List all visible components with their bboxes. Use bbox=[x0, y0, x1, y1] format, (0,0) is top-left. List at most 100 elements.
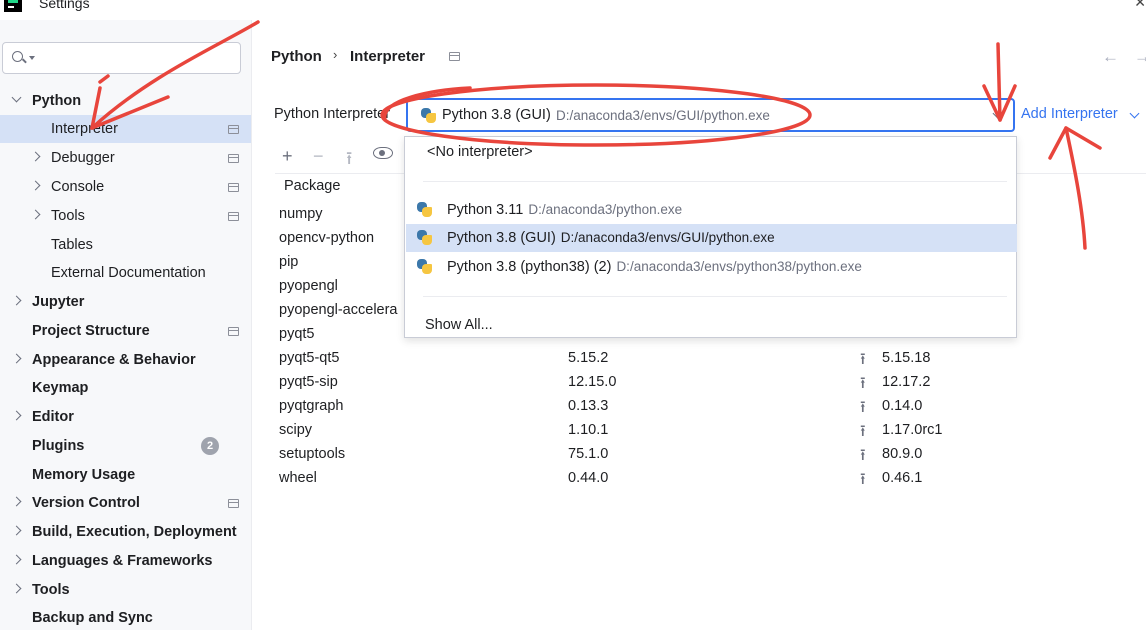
interpreter-option[interactable]: Python 3.11 D:/anaconda3/python.exe bbox=[406, 196, 1017, 224]
project-scope-icon bbox=[228, 154, 239, 163]
package-name: pip bbox=[279, 254, 299, 270]
sidebar-item-label: External Documentation bbox=[51, 265, 206, 281]
chevron-right-icon[interactable] bbox=[13, 585, 21, 593]
python-icon bbox=[416, 201, 434, 219]
sidebar-item[interactable]: Project Structure bbox=[0, 317, 251, 345]
sidebar-item[interactable]: Editor bbox=[0, 403, 251, 431]
table-row[interactable]: scipy 1.10.1 ⭱ 1.17.0rc1 bbox=[276, 419, 1146, 443]
project-scope-icon bbox=[228, 327, 239, 336]
sidebar-item[interactable]: Jupyter bbox=[0, 288, 251, 316]
settings-search-input[interactable] bbox=[2, 42, 241, 74]
chevron-right-icon[interactable] bbox=[13, 355, 21, 363]
sidebar-item[interactable]: Languages & Frameworks bbox=[0, 547, 251, 575]
package-latest-version: 80.9.0 bbox=[882, 446, 923, 462]
chevron-right-icon[interactable] bbox=[13, 527, 21, 535]
no-interpreter-option[interactable]: <No interpreter> bbox=[427, 144, 533, 160]
project-scope-icon bbox=[449, 52, 460, 61]
python-icon bbox=[416, 229, 434, 247]
sidebar-item[interactable]: Debugger bbox=[0, 144, 251, 172]
chevron-right-icon[interactable] bbox=[13, 556, 21, 564]
sidebar-item[interactable]: Tools bbox=[0, 576, 251, 604]
sidebar-item-label: Appearance & Behavior bbox=[32, 352, 196, 368]
install-package-button[interactable]: + bbox=[282, 146, 293, 167]
sidebar-item[interactable]: Plugins 2 bbox=[0, 432, 251, 460]
package-version: 0.44.0 bbox=[568, 470, 609, 486]
sidebar-item[interactable]: External Documentation bbox=[0, 259, 251, 287]
interpreter-option-path: D:/anaconda3/envs/GUI/python.exe bbox=[560, 230, 775, 245]
interpreter-option[interactable]: Python 3.8 (GUI) D:/anaconda3/envs/GUI/py… bbox=[406, 224, 1017, 252]
sidebar-item-label: Interpreter bbox=[51, 121, 118, 137]
chevron-right-icon[interactable] bbox=[32, 182, 40, 190]
package-name: pyopengl-accelera bbox=[279, 302, 398, 318]
table-row[interactable]: setuptools 75.1.0 ⭱ 80.9.0 bbox=[276, 443, 1146, 467]
python-interpreter-dropdown[interactable]: Python 3.8 (GUI) D:/anaconda3/envs/GUI/p… bbox=[406, 98, 1015, 132]
sidebar-item-label: Console bbox=[51, 179, 105, 195]
table-row[interactable]: pyqtgraph 0.13.3 ⭱ 0.14.0 bbox=[276, 395, 1146, 419]
sidebar-item-label: Memory Usage bbox=[32, 467, 136, 483]
interpreter-option[interactable]: Python 3.8 (python38) (2) D:/anaconda3/en… bbox=[406, 253, 1017, 281]
window-close-button[interactable]: ✕ bbox=[1134, 0, 1146, 11]
sidebar-item[interactable]: Python bbox=[0, 87, 251, 115]
package-name: pyqt5 bbox=[279, 326, 315, 342]
sidebar-item-label: Languages & Frameworks bbox=[32, 553, 213, 569]
search-icon bbox=[12, 51, 26, 65]
package-version: 75.1.0 bbox=[568, 446, 609, 462]
package-version: 12.15.0 bbox=[568, 374, 617, 390]
package-name: opencv-python bbox=[279, 230, 375, 246]
uninstall-package-button[interactable]: − bbox=[313, 146, 324, 167]
breadcrumb-python[interactable]: Python bbox=[271, 48, 322, 65]
sidebar-item[interactable]: Build, Execution, Deployment bbox=[0, 518, 251, 546]
window-title: Settings bbox=[39, 0, 90, 11]
package-latest-version: 0.46.1 bbox=[882, 470, 923, 486]
back-arrow-icon[interactable]: ← bbox=[1102, 47, 1119, 67]
show-all-interpreters-option[interactable]: Show All... bbox=[425, 317, 493, 333]
interpreter-dropdown-popup: <No interpreter> Python 3.11 D:/anaconda3… bbox=[404, 136, 1017, 338]
chevron-right-icon[interactable] bbox=[13, 412, 21, 420]
sidebar-item-label: Project Structure bbox=[32, 323, 150, 339]
sidebar-item-label: Tables bbox=[51, 237, 93, 253]
chevron-right-icon[interactable] bbox=[32, 153, 40, 161]
search-options-chevron-icon[interactable] bbox=[29, 56, 35, 60]
add-interpreter-link[interactable]: Add Interpreter bbox=[1021, 106, 1118, 122]
sidebar-item-label: Jupyter bbox=[32, 294, 85, 310]
selected-interpreter-path: D:/anaconda3/envs/GUI/python.exe bbox=[556, 108, 770, 123]
sidebar-item[interactable]: Memory Usage bbox=[0, 461, 251, 489]
sidebar-item[interactable]: Appearance & Behavior bbox=[0, 346, 251, 374]
sidebar-item-label: Keymap bbox=[32, 380, 89, 396]
python-icon bbox=[416, 258, 434, 276]
package-name: pyqtgraph bbox=[279, 398, 344, 414]
sidebar-item[interactable]: Tools bbox=[0, 202, 251, 230]
table-row[interactable]: pyqt5-qt5 5.15.2 ⭱ 5.15.18 bbox=[276, 347, 1146, 371]
column-header-package[interactable]: Package bbox=[284, 178, 340, 194]
sidebar-item[interactable]: Interpreter bbox=[0, 115, 251, 143]
add-interpreter-chevron-icon[interactable] bbox=[1131, 110, 1139, 118]
sidebar-item[interactable]: Backup and Sync bbox=[0, 604, 251, 630]
project-scope-icon bbox=[228, 125, 239, 134]
table-row[interactable]: pyqt5-sip 12.15.0 ⭱ 12.17.2 bbox=[276, 371, 1146, 395]
pycharm-logo-icon bbox=[4, 0, 22, 12]
package-version: 0.13.3 bbox=[568, 398, 609, 414]
sidebar-item[interactable]: Keymap bbox=[0, 374, 251, 402]
show-early-releases-eye-icon[interactable] bbox=[373, 147, 393, 159]
table-row[interactable]: wheel 0.44.0 ⭱ 0.46.1 bbox=[276, 467, 1146, 491]
chevron-right-icon[interactable] bbox=[13, 498, 21, 506]
package-name: pyqt5-qt5 bbox=[279, 350, 340, 366]
sidebar-item-label: Tools bbox=[32, 582, 70, 598]
project-scope-icon bbox=[228, 183, 239, 192]
chevron-down-icon[interactable] bbox=[13, 96, 21, 104]
sidebar-item[interactable]: Console bbox=[0, 173, 251, 201]
chevron-down-icon[interactable] bbox=[994, 110, 1002, 118]
forward-arrow-icon[interactable]: → bbox=[1134, 47, 1146, 67]
chevron-right-icon[interactable] bbox=[13, 297, 21, 305]
upgrade-available-icon[interactable]: ⭱ bbox=[860, 468, 866, 495]
package-name: setuptools bbox=[279, 446, 346, 462]
interpreter-option-path: D:/anaconda3/python.exe bbox=[528, 202, 683, 217]
popup-divider bbox=[423, 296, 1007, 297]
title-bar: Settings ✕ bbox=[0, 0, 1146, 20]
upgrade-package-button[interactable]: ⭱ bbox=[346, 146, 352, 176]
sidebar-item[interactable]: Version Control bbox=[0, 489, 251, 517]
popup-divider bbox=[423, 181, 1007, 182]
chevron-right-icon[interactable] bbox=[32, 211, 40, 219]
package-latest-version: 1.17.0rc1 bbox=[882, 422, 943, 438]
sidebar-item[interactable]: Tables bbox=[0, 231, 251, 259]
